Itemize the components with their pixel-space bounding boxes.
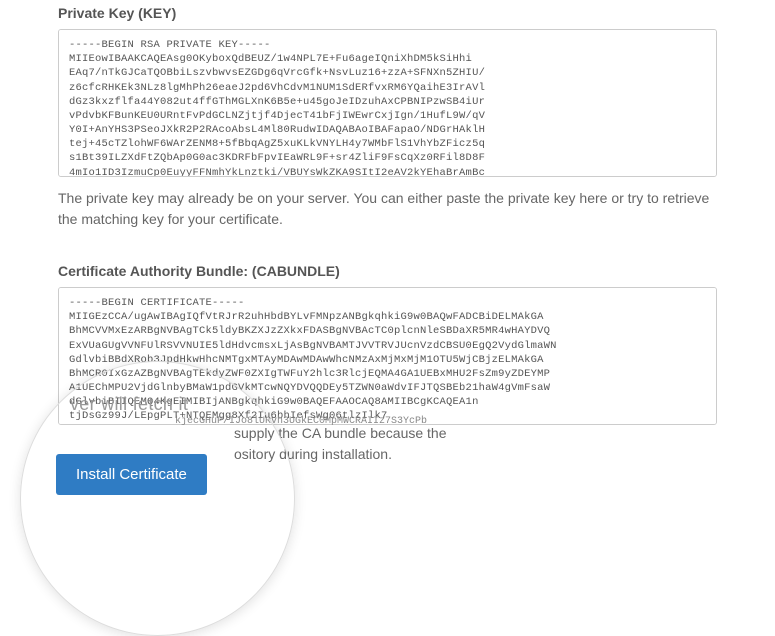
private-key-help-text: The private key may already be on your s… [58,188,717,230]
private-key-label: Private Key (KEY) [58,5,717,21]
cabundle-help-text: supply the CA bundle because the ository… [234,423,494,465]
lens-overlay-text: ver will fetch it [70,394,188,415]
cabundle-label: Certificate Authority Bundle: (CABUNDLE) [58,263,717,279]
private-key-input[interactable]: -----BEGIN RSA PRIVATE KEY----- MIIEowIB… [58,29,717,177]
install-certificate-button[interactable]: Install Certificate [56,454,207,495]
